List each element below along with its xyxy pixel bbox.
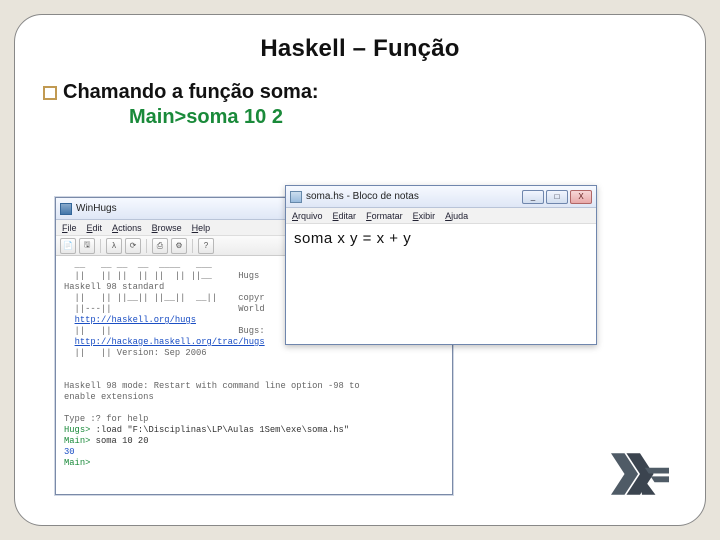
winhugs-title-text: WinHugs bbox=[76, 203, 117, 214]
console-prompt: Main> bbox=[64, 436, 90, 446]
menu-arquivo[interactable]: Arquivo bbox=[292, 211, 323, 221]
menu-edit[interactable]: Edit bbox=[87, 223, 103, 233]
console-result: 30 bbox=[64, 447, 75, 457]
slide: Haskell – Função Chamando a função soma:… bbox=[14, 14, 706, 526]
slide-title: Haskell – Função bbox=[43, 35, 677, 63]
toolbar-btn[interactable]: 📄 bbox=[60, 238, 76, 254]
toolbar-sep bbox=[146, 239, 147, 253]
toolbar-btn[interactable]: λ bbox=[106, 238, 122, 254]
menu-editar[interactable]: Editar bbox=[333, 211, 357, 221]
menu-browse[interactable]: Browse bbox=[152, 223, 182, 233]
menu-actions[interactable]: Actions bbox=[112, 223, 142, 233]
minimize-button[interactable]: _ bbox=[522, 190, 544, 204]
haskell-logo-icon bbox=[611, 453, 669, 495]
menu-file[interactable]: File bbox=[62, 223, 77, 233]
notepad-window: soma.hs - Bloco de notas _ □ X Arquivo E… bbox=[285, 185, 597, 345]
console-link[interactable]: http://hackage.haskell.org/trac/hugs bbox=[75, 337, 265, 347]
notepad-titlebar[interactable]: soma.hs - Bloco de notas _ □ X bbox=[286, 186, 596, 208]
console-prompt: Main> bbox=[64, 458, 90, 468]
notepad-icon bbox=[290, 191, 302, 203]
toolbar-btn[interactable]: ? bbox=[198, 238, 214, 254]
toolbar-btn[interactable]: ⎙ bbox=[152, 238, 168, 254]
toolbar-btn[interactable]: 🖫 bbox=[79, 238, 95, 254]
console-text: || || Version: Sep 2006 Haskell 98 mode:… bbox=[64, 348, 360, 424]
menu-formatar[interactable]: Formatar bbox=[366, 211, 403, 221]
bullet-text: Chamando a função soma: bbox=[63, 81, 319, 104]
notepad-content[interactable]: soma x y = x + y bbox=[286, 224, 596, 253]
window-controls: _ □ X bbox=[522, 190, 592, 204]
menu-exibir[interactable]: Exibir bbox=[413, 211, 436, 221]
close-button[interactable]: X bbox=[570, 190, 592, 204]
toolbar-sep bbox=[192, 239, 193, 253]
console-cmd: :load "F:\Disciplinas\LP\Aulas 1Sem\exe\… bbox=[90, 425, 349, 435]
toolbar-sep bbox=[100, 239, 101, 253]
bullet-icon bbox=[43, 86, 57, 100]
console-prompt: Hugs> bbox=[64, 425, 90, 435]
menu-ajuda[interactable]: Ajuda bbox=[445, 211, 468, 221]
notepad-title-text: soma.hs - Bloco de notas bbox=[306, 191, 419, 202]
console-link[interactable]: http://haskell.org/hugs bbox=[75, 315, 196, 325]
console-cmd: soma 10 20 bbox=[90, 436, 148, 446]
bullet-subline: Main>soma 10 2 bbox=[129, 106, 677, 129]
bullet-row: Chamando a função soma: bbox=[43, 81, 677, 104]
toolbar-btn[interactable]: ⟳ bbox=[125, 238, 141, 254]
app-icon bbox=[60, 203, 72, 215]
menu-help[interactable]: Help bbox=[192, 223, 211, 233]
maximize-button[interactable]: □ bbox=[546, 190, 568, 204]
toolbar-btn[interactable]: ⚙ bbox=[171, 238, 187, 254]
notepad-menubar: Arquivo Editar Formatar Exibir Ajuda bbox=[286, 208, 596, 224]
